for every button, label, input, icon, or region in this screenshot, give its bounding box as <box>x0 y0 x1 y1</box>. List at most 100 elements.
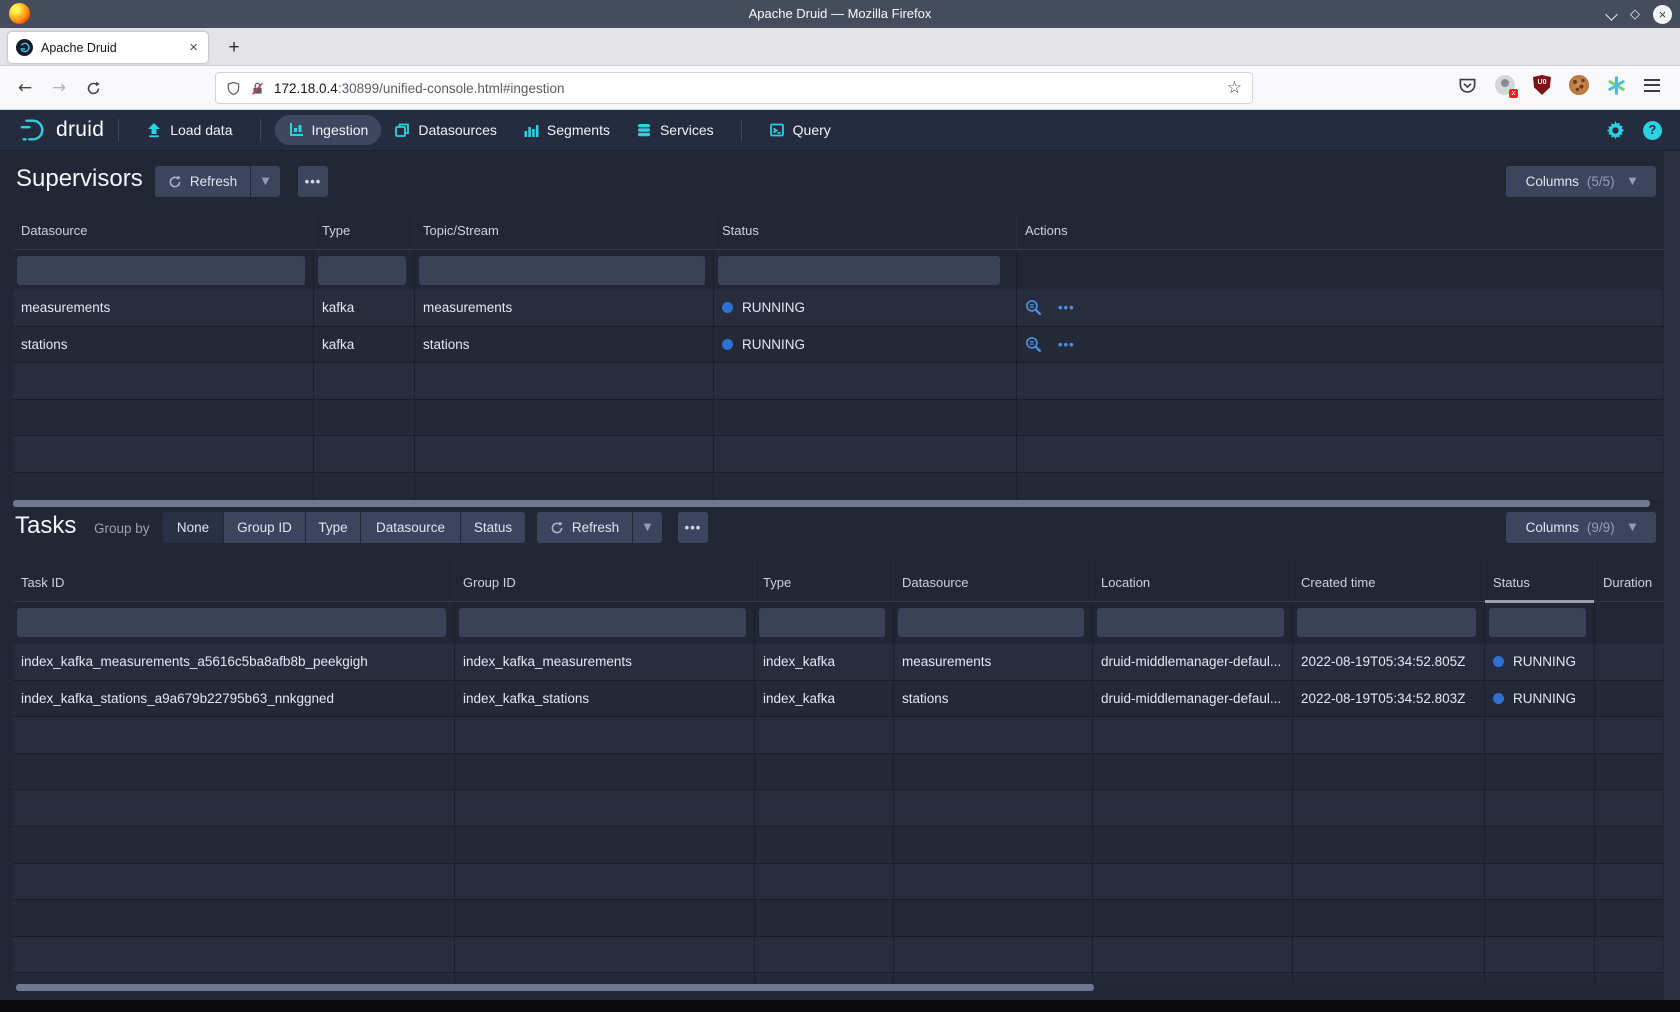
filter-input-type[interactable] <box>759 608 885 637</box>
nav-load-data[interactable]: Load data <box>133 115 245 145</box>
window-maximize-icon[interactable]: ◇ <box>1630 8 1640 21</box>
tasks-more-button[interactable]: ••• <box>678 512 708 543</box>
back-icon[interactable]: ← <box>12 75 38 101</box>
new-tab-button[interactable]: + <box>222 36 246 60</box>
column-header-created-time[interactable]: Created time <box>1293 556 1485 601</box>
druid-logo-text[interactable]: druid <box>56 118 104 142</box>
filter-input-task-id[interactable] <box>17 608 446 637</box>
gear-icon[interactable] <box>1606 121 1625 140</box>
columns-label: Columns <box>1526 520 1579 535</box>
colorful-asterisk-extension-icon[interactable] <box>1607 76 1626 95</box>
bookmark-star-icon[interactable]: ☆ <box>1227 78 1242 98</box>
nav-datasources[interactable]: Datasources <box>381 115 510 145</box>
filter-input-datasource[interactable] <box>17 256 305 285</box>
tab-close-icon[interactable]: × <box>187 40 200 55</box>
magnify-details-icon[interactable] <box>1025 299 1042 316</box>
filter-input-type[interactable] <box>318 256 406 285</box>
empty-row <box>13 717 1663 754</box>
pocket-icon[interactable] <box>1458 76 1477 95</box>
supervisors-columns-button[interactable]: Columns (5/5) ▼ <box>1506 166 1656 197</box>
url-text[interactable]: 172.18.0.4:30899/unified-console.html#in… <box>274 81 1227 96</box>
filter-input-topic[interactable] <box>419 256 705 285</box>
browser-tab[interactable]: Apache Druid × <box>8 32 208 63</box>
table-row[interactable]: stations kafka stations RUNNING ••• <box>13 327 1663 364</box>
column-header-task-id[interactable]: Task ID <box>13 556 455 601</box>
window-close-icon[interactable]: × <box>1653 5 1672 24</box>
column-header-group-id[interactable]: Group ID <box>455 556 755 601</box>
tasks-columns-button[interactable]: Columns (9/9) ▼ <box>1506 512 1656 543</box>
row-more-icon[interactable]: ••• <box>1058 337 1075 352</box>
filter-input-status[interactable] <box>718 256 1000 285</box>
tasks-refresh-button[interactable]: Refresh <box>537 512 632 543</box>
empty-row <box>13 790 1663 827</box>
ublock-origin-icon[interactable]: U0 <box>1533 75 1551 95</box>
tasks-refresh-dropdown[interactable]: ▼ <box>633 512 662 543</box>
table-row[interactable]: index_kafka_stations_a9a679b22795b63_nnk… <box>13 681 1663 718</box>
cell-topic: measurements <box>415 290 714 327</box>
filter-input-group-id[interactable] <box>459 608 746 637</box>
column-header-status[interactable]: Status <box>714 212 1017 249</box>
extension-icon[interactable] <box>1495 75 1515 95</box>
supervisors-refresh-dropdown[interactable]: ▼ <box>251 166 280 197</box>
group-by-type-button[interactable]: Type <box>306 512 360 543</box>
tab-strip: Apache Druid × + <box>0 28 1680 66</box>
empty-row <box>13 473 1663 500</box>
filter-input-created-time[interactable] <box>1297 608 1476 637</box>
shield-icon[interactable] <box>226 81 241 96</box>
table-row[interactable]: index_kafka_measurements_a5616c5ba8afb8b… <box>13 644 1663 681</box>
group-by-status-button[interactable]: Status <box>461 512 525 543</box>
reload-icon[interactable] <box>80 75 106 101</box>
column-header-topic-stream[interactable]: Topic/Stream <box>415 212 714 249</box>
insecure-lock-icon[interactable] <box>250 81 265 96</box>
filter-input-status[interactable] <box>1489 608 1586 637</box>
column-header-duration[interactable]: Duration <box>1595 556 1663 601</box>
column-header-datasource[interactable]: Datasource <box>894 556 1093 601</box>
status-dot <box>1493 656 1504 667</box>
group-by-group-id-button[interactable]: Group ID <box>224 512 305 543</box>
help-icon[interactable]: ? <box>1643 121 1662 140</box>
column-header-datasource[interactable]: Datasource <box>13 212 314 249</box>
supervisors-horizontal-scrollbar[interactable] <box>13 500 1650 507</box>
firefox-window: Apache Druid — Mozilla Firefox ◇ × Apach… <box>0 0 1680 1012</box>
group-by-datasource-button[interactable]: Datasource <box>361 512 460 543</box>
druid-logo-icon[interactable] <box>18 117 48 143</box>
empty-row <box>13 400 1663 437</box>
empty-row <box>13 827 1663 864</box>
cell-actions: ••• <box>1017 290 1663 327</box>
empty-row <box>13 754 1663 791</box>
window-minimize-icon[interactable] <box>1606 9 1617 20</box>
forward-icon[interactable]: → <box>46 75 72 101</box>
refresh-icon <box>168 175 182 189</box>
supervisors-refresh-button[interactable]: Refresh <box>155 166 250 197</box>
menu-icon[interactable] <box>1644 79 1660 92</box>
cell-status: RUNNING <box>714 290 1017 327</box>
browser-toolbar: ← → 172.18.0.4:30899/unified-conso <box>0 66 1680 110</box>
column-header-location[interactable]: Location <box>1093 556 1293 601</box>
nav-query[interactable]: Query <box>756 115 844 145</box>
divider <box>118 119 119 141</box>
magnify-details-icon[interactable] <box>1025 336 1042 353</box>
vertical-scrollbar[interactable] <box>1664 151 1680 1000</box>
filter-input-datasource[interactable] <box>898 608 1084 637</box>
filter-input-location[interactable] <box>1097 608 1284 637</box>
cookie-extension-icon[interactable] <box>1569 75 1589 95</box>
row-more-icon[interactable]: ••• <box>1058 300 1075 315</box>
url-bar[interactable]: 172.18.0.4:30899/unified-console.html#in… <box>215 72 1253 104</box>
column-header-type[interactable]: Type <box>755 556 894 601</box>
columns-count: (9/9) <box>1587 520 1615 535</box>
url-path: :30899/unified-console.html#ingestion <box>338 81 565 96</box>
group-by-none-button[interactable]: None <box>163 512 223 543</box>
nav-services[interactable]: Services <box>623 115 727 145</box>
column-header-status-sorted[interactable]: Status <box>1485 556 1595 601</box>
status-label: RUNNING <box>742 337 805 352</box>
nav-ingestion[interactable]: Ingestion <box>275 115 382 145</box>
cell-location: druid-middlemanager-defaul... <box>1093 644 1293 681</box>
table-row[interactable]: measurements kafka measurements RUNNING … <box>13 290 1663 327</box>
cell-type: kafka <box>314 290 415 327</box>
supervisors-more-button[interactable]: ••• <box>298 166 328 197</box>
nav-segments[interactable]: Segments <box>510 115 623 145</box>
column-header-type[interactable]: Type <box>314 212 415 249</box>
empty-row <box>13 363 1663 400</box>
tasks-horizontal-scrollbar[interactable] <box>16 984 1094 991</box>
nav-ingestion-label: Ingestion <box>312 122 369 138</box>
